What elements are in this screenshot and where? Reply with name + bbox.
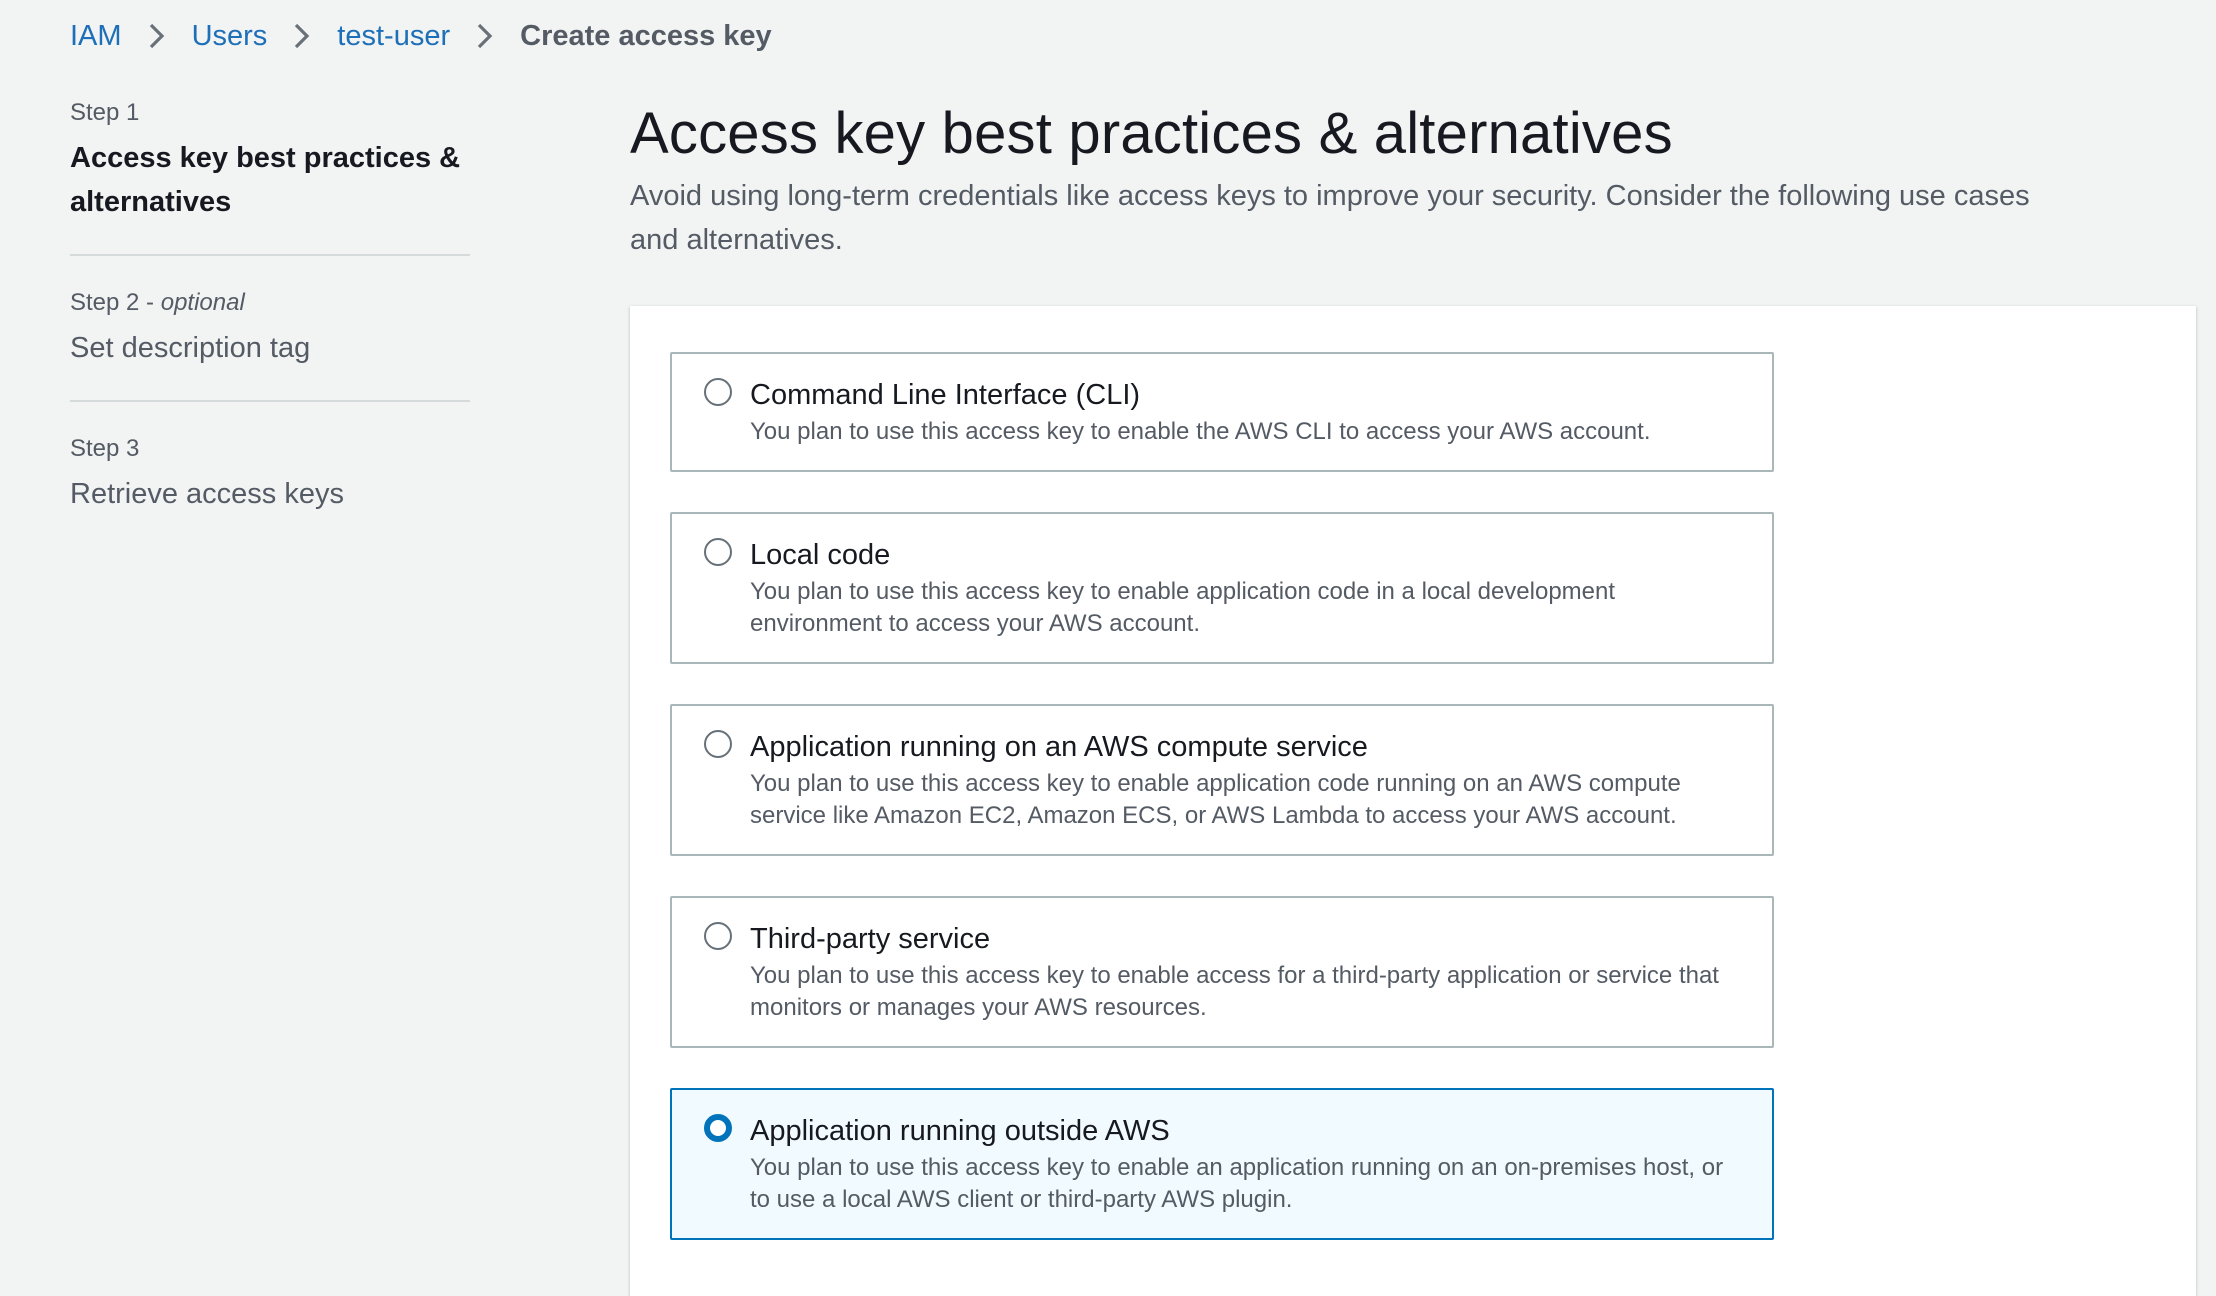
breadcrumb-link-test-user[interactable]: test-user <box>337 20 450 53</box>
radio-button-selected[interactable] <box>704 1114 732 1142</box>
page-description: Avoid using long-term credentials like a… <box>630 180 2030 256</box>
step-2[interactable]: Step 2 - optional Set description tag <box>70 286 470 402</box>
main-content: Access key best practices & alternatives… <box>630 94 2216 262</box>
radio-button[interactable] <box>704 378 732 406</box>
option-description: You plan to use this access key to enabl… <box>750 418 1651 445</box>
step-number: Step 1 <box>70 99 140 126</box>
use-case-panel: Command Line Interface (CLI) You plan to… <box>630 306 2196 1296</box>
chevron-right-icon <box>287 21 317 51</box>
breadcrumb-link-users[interactable]: Users <box>192 20 268 53</box>
option-third-party[interactable]: Third-party service You plan to use this… <box>670 896 1774 1048</box>
step-number: Step 2 - optional <box>70 289 245 316</box>
option-cli[interactable]: Command Line Interface (CLI) You plan to… <box>670 352 1774 472</box>
step-title-active: Access key best practices & alternatives <box>70 142 461 218</box>
breadcrumb-current: Create access key <box>520 19 772 52</box>
option-description: You plan to use this access key to enabl… <box>750 578 1616 637</box>
radio-button[interactable] <box>704 730 732 758</box>
radio-button[interactable] <box>704 922 732 950</box>
chevron-right-icon <box>470 21 500 51</box>
step-optional-label: optional <box>160 289 245 316</box>
option-description: You plan to use this access key to enabl… <box>750 1154 1724 1213</box>
option-title: Local code <box>750 539 891 571</box>
use-case-radio-group: Command Line Interface (CLI) You plan to… <box>670 352 1774 1280</box>
option-title: Third-party service <box>750 923 991 955</box>
option-title: Application running outside AWS <box>750 1115 1170 1147</box>
option-description: You plan to use this access key to enabl… <box>750 770 1681 829</box>
option-aws-compute[interactable]: Application running on an AWS compute se… <box>670 704 1774 856</box>
option-title: Application running on an AWS compute se… <box>750 731 1368 763</box>
option-outside-aws[interactable]: Application running outside AWS You plan… <box>670 1088 1774 1240</box>
step-3[interactable]: Step 3 Retrieve access keys <box>70 432 470 546</box>
wizard-steps: Step 1 Access key best practices & alter… <box>70 96 470 576</box>
breadcrumb-link-iam[interactable]: IAM <box>70 20 122 53</box>
step-title: Retrieve access keys <box>70 478 344 510</box>
option-description: You plan to use this access key to enabl… <box>750 962 1719 1021</box>
radio-button[interactable] <box>704 538 732 566</box>
option-title: Command Line Interface (CLI) <box>750 379 1141 411</box>
step-number: Step 3 <box>70 435 140 462</box>
chevron-right-icon <box>142 21 172 51</box>
page-title: Access key best practices & alternatives <box>630 101 1673 166</box>
step-title: Set description tag <box>70 332 311 364</box>
option-local-code[interactable]: Local code You plan to use this access k… <box>670 512 1774 664</box>
breadcrumb: IAM Users test-user Create access key <box>70 16 772 56</box>
step-1: Step 1 Access key best practices & alter… <box>70 96 470 256</box>
